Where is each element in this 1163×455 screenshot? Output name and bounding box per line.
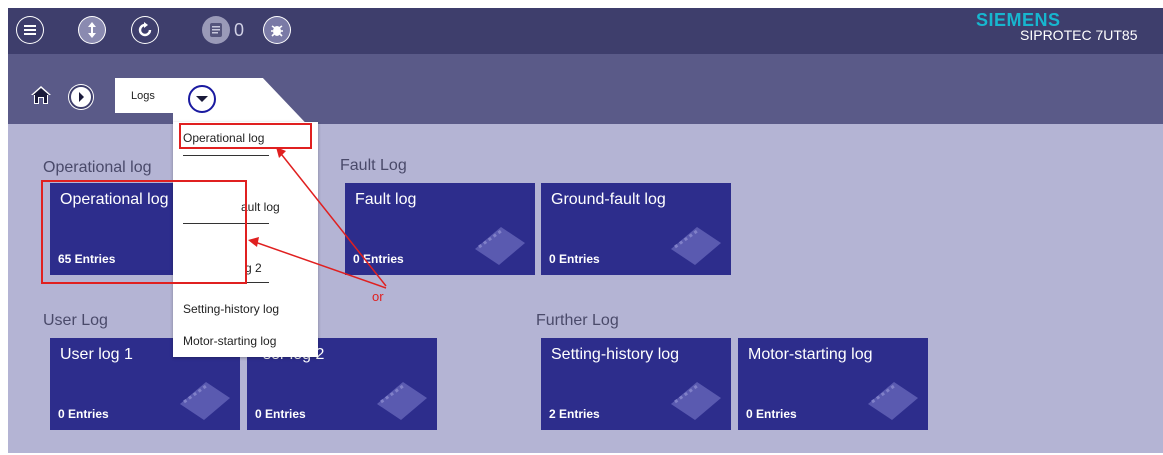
annotation-arrows: or [248,147,387,304]
annotation-or-label: or [372,289,384,304]
app: 0 SIEMENS SIPROTEC 7UT85 Logs Operationa… [8,8,1163,453]
